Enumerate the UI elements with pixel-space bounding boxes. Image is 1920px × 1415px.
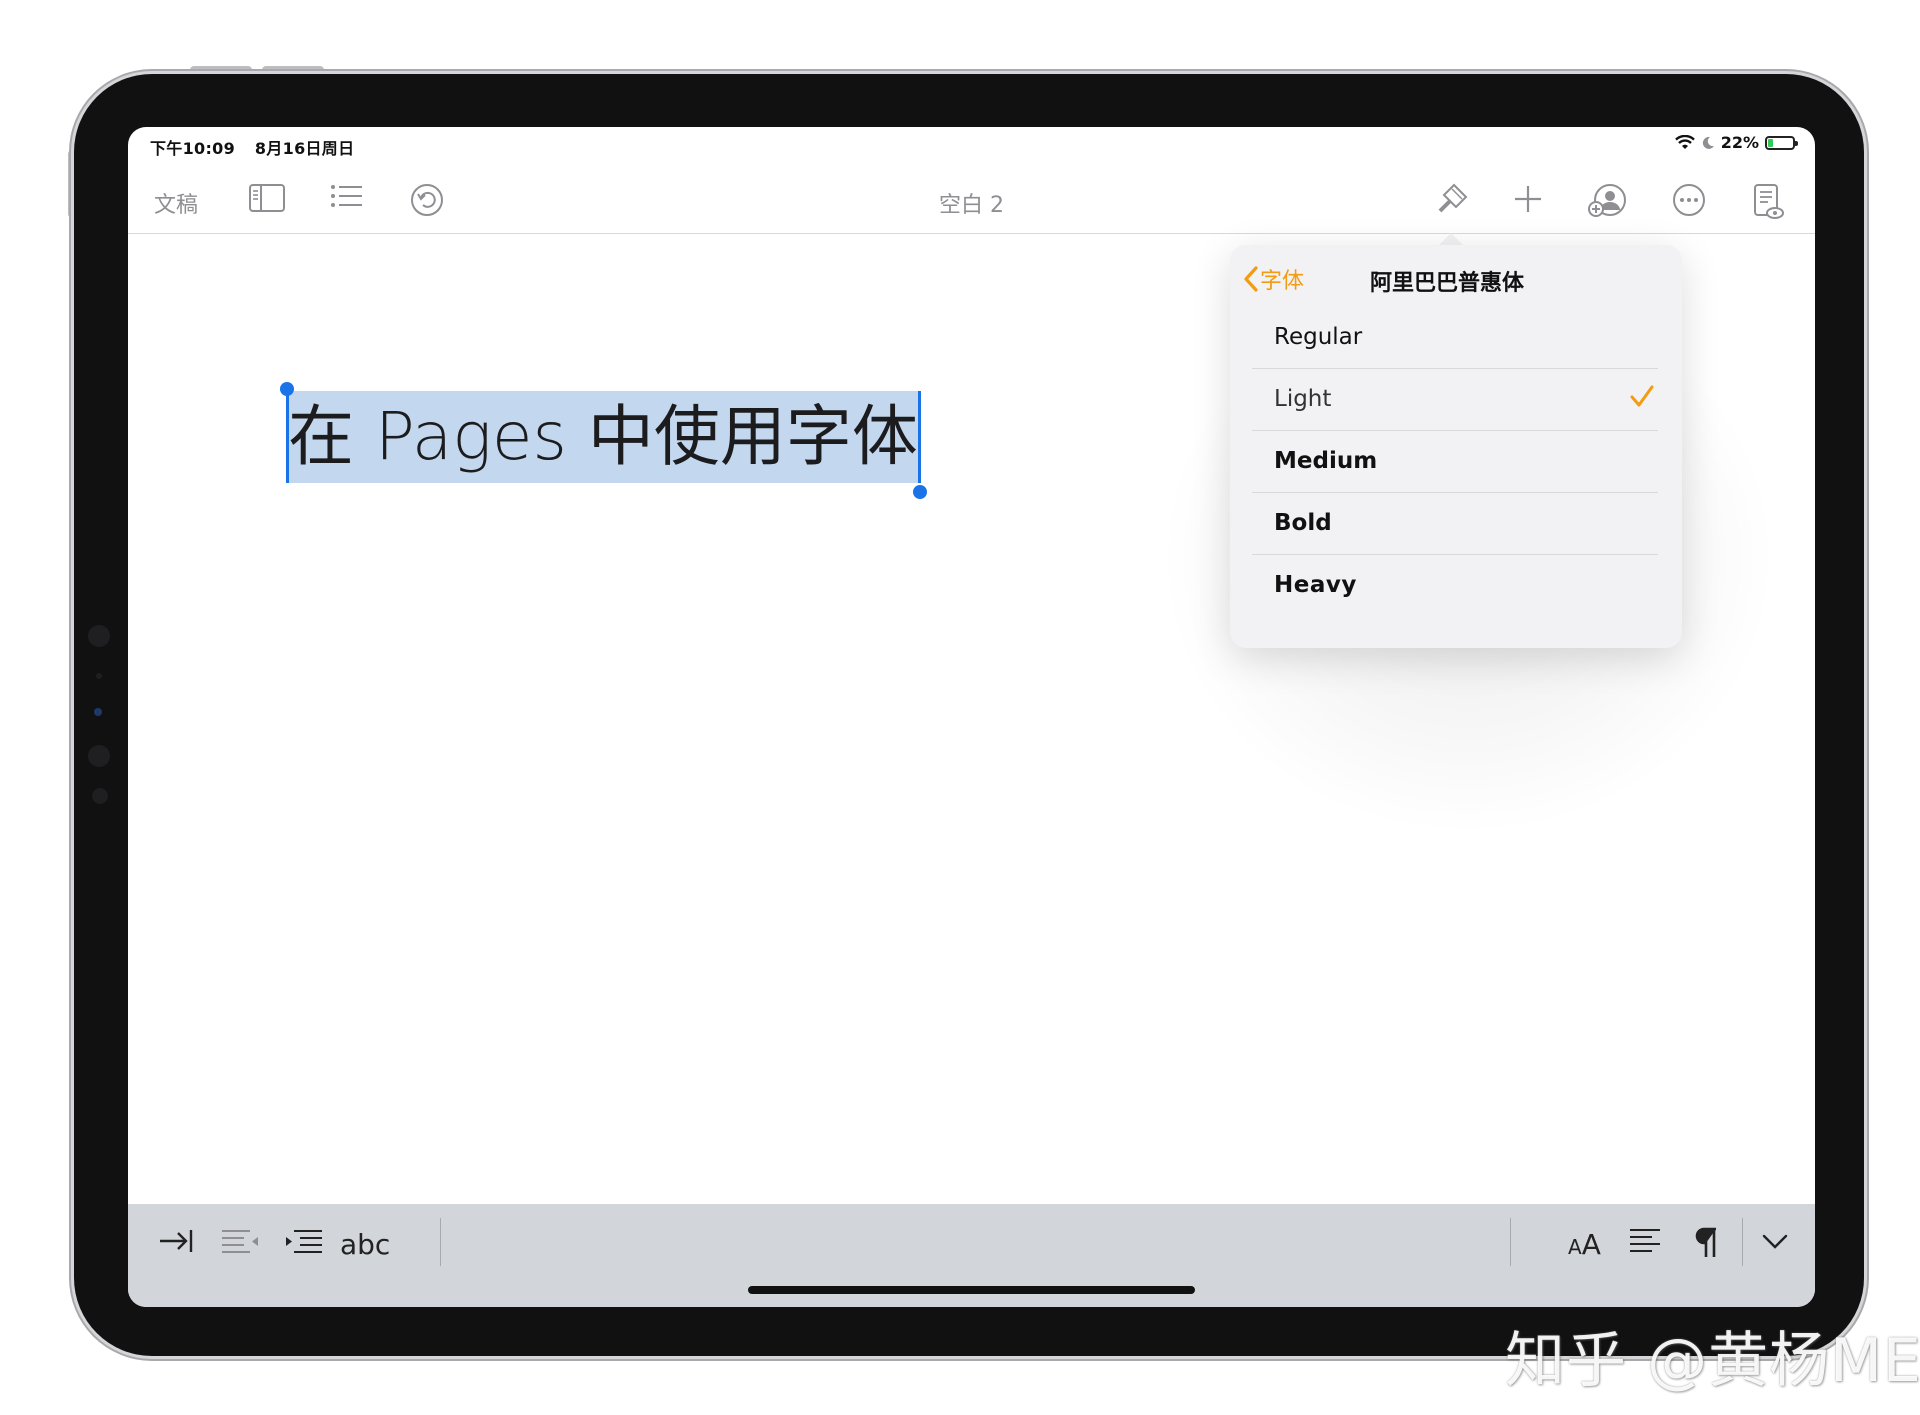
document-setup-button[interactable]: [1752, 183, 1784, 221]
indent-icon: [286, 1230, 322, 1253]
font-weight-popover: 字体 阿里巴巴普惠体 Regular Light Medium Bold Hea…: [1230, 245, 1682, 648]
wifi-icon: [1674, 134, 1695, 149]
tab-right-icon: [160, 1230, 193, 1252]
chevron-left-icon: [1244, 266, 1258, 292]
back-to-fonts-button[interactable]: 字体: [1242, 263, 1304, 295]
home-indicator[interactable]: [748, 1286, 1195, 1294]
indent-button[interactable]: [284, 1226, 324, 1256]
insert-button[interactable]: [1512, 183, 1544, 215]
align-left-icon: [1630, 1229, 1660, 1252]
screen: 下午10:09 8月16日周日 22% 文稿 空白 2 在 Pages 中使用字…: [128, 127, 1815, 1307]
font-size-button[interactable]: AA: [1568, 1228, 1601, 1261]
popover-header: 字体 阿里巴巴普惠体: [1230, 245, 1682, 307]
sensor-dot: [96, 673, 102, 679]
more-button[interactable]: [1672, 183, 1706, 217]
moon-icon: [1702, 136, 1714, 149]
font-option-regular[interactable]: Regular: [1252, 307, 1658, 369]
ellipsis-icon: [1673, 184, 1705, 216]
add-person-icon: [1588, 184, 1626, 217]
font-size-label: AA: [1568, 1228, 1601, 1261]
document-title[interactable]: 空白 2: [128, 187, 1815, 219]
option-label: Bold: [1274, 510, 1332, 536]
selection-start-caret: [286, 391, 289, 483]
pilcrow-icon: [1695, 1227, 1716, 1257]
font-size-large-letter: A: [1581, 1228, 1601, 1261]
selected-text-block[interactable]: 在 Pages 中使用字体: [280, 382, 927, 499]
collaborate-button[interactable]: [1588, 183, 1628, 219]
back-label: 字体: [1260, 269, 1305, 294]
camera-dot: [88, 625, 110, 647]
camera-dot: [92, 788, 108, 804]
watermark: 知乎 @黄杨ME: [1505, 1326, 1920, 1396]
selection-end-handle[interactable]: [912, 485, 927, 499]
checkmark-icon: [1630, 385, 1654, 407]
popover-title: 阿里巴巴普惠体: [1370, 271, 1525, 296]
top-button-left: [190, 66, 252, 74]
dismiss-keyboard-button[interactable]: [1760, 1226, 1790, 1256]
paragraph-button[interactable]: [1692, 1226, 1720, 1260]
font-option-medium[interactable]: Medium: [1252, 431, 1658, 493]
format-button[interactable]: [1432, 181, 1470, 219]
align-button[interactable]: [1628, 1226, 1662, 1256]
camera-dot: [88, 745, 110, 767]
outdent-button[interactable]: [220, 1226, 260, 1256]
status-date: 8月16日周日: [254, 139, 355, 158]
spellcheck-button[interactable]: abc: [340, 1228, 390, 1261]
tab-button[interactable]: [158, 1226, 194, 1256]
status-bar: 下午10:09 8月16日周日 22%: [128, 127, 1815, 161]
status-time: 下午10:09: [150, 139, 236, 158]
divider: [1742, 1218, 1743, 1266]
selected-text[interactable]: 在 Pages 中使用字体: [286, 391, 920, 483]
battery-icon: [1765, 135, 1798, 150]
top-button-right: [262, 66, 324, 74]
option-label: Regular: [1274, 324, 1363, 350]
font-size-small-letter: A: [1568, 1235, 1582, 1259]
plus-icon: [1515, 186, 1541, 212]
chevron-down-icon: [1762, 1234, 1788, 1249]
battery-percent: 22%: [1720, 133, 1759, 152]
font-option-bold[interactable]: Bold: [1252, 493, 1658, 555]
spellcheck-label: abc: [340, 1228, 391, 1261]
selection-end-caret: [917, 391, 921, 483]
top-toolbar: 文稿 空白 2: [128, 167, 1815, 234]
divider: [440, 1218, 441, 1266]
paintbrush-icon: [1438, 183, 1468, 213]
font-option-light[interactable]: Light: [1252, 369, 1658, 431]
option-label: Heavy: [1274, 572, 1357, 598]
document-eye-icon: [1754, 184, 1784, 219]
option-label: Light: [1274, 386, 1332, 412]
outdent-icon: [222, 1230, 258, 1253]
option-label: Medium: [1274, 448, 1378, 474]
divider: [1510, 1218, 1511, 1266]
camera-lens: [94, 708, 102, 716]
font-option-heavy[interactable]: Heavy: [1252, 555, 1658, 617]
